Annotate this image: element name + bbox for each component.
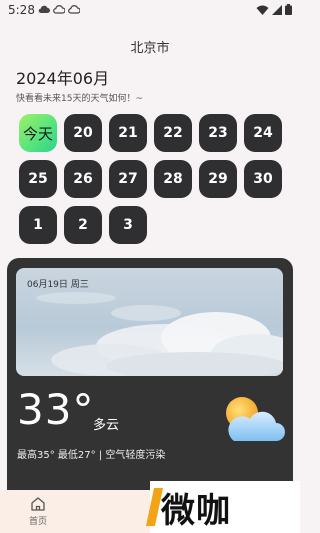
day-button[interactable]: 3 (109, 206, 147, 244)
day-button[interactable]: 20 (64, 114, 102, 152)
day-button[interactable]: 30 (244, 160, 282, 198)
nav-item-home[interactable]: 首页 (20, 496, 56, 527)
day-button[interactable]: 2 (64, 206, 102, 244)
status-system-icons (256, 4, 292, 15)
signal-icon (272, 4, 282, 15)
nav-item-home-label: 首页 (28, 517, 47, 527)
day-button[interactable]: 25 (19, 160, 57, 198)
subtitle: 快看看未来15天的天气如何！~ (16, 94, 143, 104)
cloud-outline-icon (53, 5, 65, 14)
partly-cloudy-icon (226, 397, 285, 441)
weather-condition: 多云 (93, 418, 120, 433)
temperature-value: 33° (17, 385, 95, 434)
day-button[interactable]: 28 (154, 160, 192, 198)
status-bar: 5:28 (0, 0, 300, 22)
day-button[interactable]: 24 (244, 114, 282, 152)
day-button[interactable]: 22 (154, 114, 192, 152)
day-today-button[interactable]: 今天 (19, 114, 57, 152)
sky-image: 06月19日 周三 (16, 268, 283, 376)
city-name: 北京市 (130, 41, 170, 56)
day-button[interactable]: 1 (19, 206, 57, 244)
status-time: 5:28 (8, 3, 35, 17)
watermark-logo: 微咖 (145, 481, 300, 533)
day-selector: 今天 20 21 22 23 24 25 26 27 28 29 30 1 2 3 (19, 114, 282, 244)
day-button[interactable]: 29 (199, 160, 237, 198)
home-icon (31, 497, 45, 511)
cloud-outline-icon (68, 5, 80, 14)
wifi-icon (256, 5, 269, 15)
day-button[interactable]: 26 (64, 160, 102, 198)
day-button[interactable]: 21 (109, 114, 147, 152)
month-title: 2024年06月 (16, 69, 110, 88)
forecast-date: 06月19日 周三 (27, 280, 89, 290)
status-notifications (38, 4, 80, 14)
battery-icon (285, 4, 292, 15)
day-button[interactable]: 23 (199, 114, 237, 152)
cloud-icon (38, 5, 50, 14)
temperature-details: 最高35° 最低27° | 空气轻度污染 (17, 450, 166, 461)
day-button[interactable]: 27 (109, 160, 147, 198)
watermark-text: 微咖 (161, 490, 231, 531)
